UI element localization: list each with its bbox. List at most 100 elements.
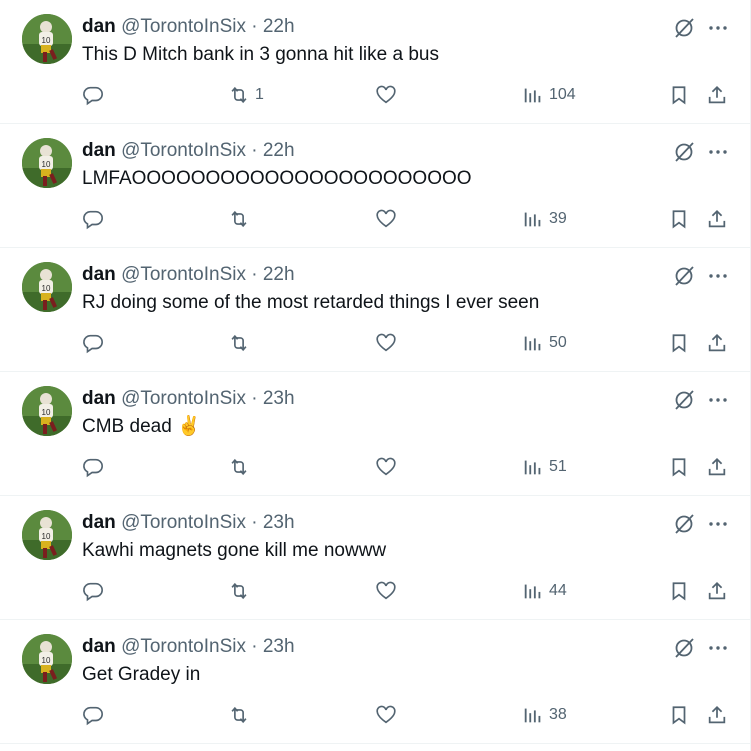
tweet-header: dan @TorontoInSix · 23h bbox=[82, 635, 295, 659]
bookmark-icon bbox=[672, 210, 686, 229]
views-count: 38 bbox=[549, 706, 567, 723]
grok-icon[interactable] bbox=[672, 512, 696, 536]
grok-icon[interactable] bbox=[672, 264, 696, 288]
reply-button[interactable] bbox=[82, 703, 109, 727]
tweet[interactable]: 10 dan @TorontoInSix · 23h Kawhi magnets… bbox=[0, 496, 750, 620]
share-icon bbox=[708, 705, 726, 724]
timestamp[interactable]: 22h bbox=[263, 140, 295, 161]
grok-icon[interactable] bbox=[672, 636, 696, 660]
bookmark-button[interactable] bbox=[668, 331, 690, 355]
user-handle[interactable]: @TorontoInSix bbox=[121, 264, 246, 285]
reply-button[interactable] bbox=[82, 579, 109, 603]
user-handle[interactable]: @TorontoInSix bbox=[121, 636, 246, 657]
bookmark-icon bbox=[672, 86, 686, 105]
retweet-count: 1 bbox=[255, 86, 264, 103]
views-button[interactable]: 38 bbox=[522, 703, 567, 727]
tweet[interactable]: 10 dan @TorontoInSix · 22h This D Mitch … bbox=[0, 0, 750, 124]
bookmark-button[interactable] bbox=[668, 703, 690, 727]
avatar[interactable]: 10 bbox=[22, 634, 72, 684]
views-count: 104 bbox=[549, 86, 576, 103]
views-button[interactable]: 50 bbox=[522, 331, 567, 355]
bookmark-button[interactable] bbox=[668, 207, 690, 231]
share-icon bbox=[708, 457, 726, 476]
share-button[interactable] bbox=[706, 331, 728, 355]
views-button[interactable]: 104 bbox=[522, 83, 576, 107]
display-name[interactable]: dan bbox=[82, 388, 116, 409]
timestamp[interactable]: 22h bbox=[263, 16, 295, 37]
like-button[interactable] bbox=[375, 207, 402, 231]
retweet-button[interactable] bbox=[228, 331, 255, 355]
grok-icon[interactable] bbox=[672, 140, 696, 164]
more-icon[interactable] bbox=[706, 636, 730, 660]
reply-button[interactable] bbox=[82, 331, 109, 355]
timestamp[interactable]: 23h bbox=[263, 636, 295, 657]
grok-icon[interactable] bbox=[672, 388, 696, 412]
display-name[interactable]: dan bbox=[82, 16, 116, 37]
reply-button[interactable] bbox=[82, 455, 109, 479]
avatar[interactable]: 10 bbox=[22, 262, 72, 312]
timestamp[interactable]: 23h bbox=[263, 388, 295, 409]
tweet[interactable]: 10 dan @TorontoInSix · 23h Get Gradey in… bbox=[0, 620, 750, 744]
share-button[interactable] bbox=[706, 207, 728, 231]
retweet-icon bbox=[231, 582, 247, 600]
share-button[interactable] bbox=[706, 83, 728, 107]
retweet-button[interactable]: 1 bbox=[228, 83, 264, 107]
separator: · bbox=[251, 140, 258, 161]
views-button[interactable]: 39 bbox=[522, 207, 567, 231]
like-button[interactable] bbox=[375, 579, 402, 603]
avatar[interactable]: 10 bbox=[22, 14, 72, 64]
bookmark-icon bbox=[672, 706, 686, 725]
user-handle[interactable]: @TorontoInSix bbox=[121, 140, 246, 161]
display-name[interactable]: dan bbox=[82, 512, 116, 533]
like-button[interactable] bbox=[375, 455, 402, 479]
avatar[interactable]: 10 bbox=[22, 386, 72, 436]
share-button[interactable] bbox=[706, 455, 728, 479]
views-icon bbox=[524, 708, 541, 723]
views-button[interactable]: 51 bbox=[522, 455, 567, 479]
timeline: 10 dan @TorontoInSix · 22h This D Mitch … bbox=[0, 0, 751, 751]
retweet-button[interactable] bbox=[228, 579, 255, 603]
tweet-text: RJ doing some of the most retarded thing… bbox=[82, 292, 540, 313]
views-icon bbox=[524, 460, 541, 475]
more-icon[interactable] bbox=[706, 264, 730, 288]
views-count: 44 bbox=[549, 582, 567, 599]
user-handle[interactable]: @TorontoInSix bbox=[121, 16, 246, 37]
retweet-icon bbox=[231, 706, 247, 724]
retweet-button[interactable] bbox=[228, 703, 255, 727]
timestamp[interactable]: 22h bbox=[263, 264, 295, 285]
timestamp[interactable]: 23h bbox=[263, 512, 295, 533]
grok-icon[interactable] bbox=[672, 16, 696, 40]
bookmark-button[interactable] bbox=[668, 579, 690, 603]
svg-text:10: 10 bbox=[42, 408, 51, 417]
reply-icon bbox=[83, 210, 103, 230]
retweet-button[interactable] bbox=[228, 207, 255, 231]
display-name[interactable]: dan bbox=[82, 264, 116, 285]
more-icon[interactable] bbox=[706, 140, 730, 164]
like-button[interactable] bbox=[375, 83, 402, 107]
retweet-button[interactable] bbox=[228, 455, 255, 479]
views-button[interactable]: 44 bbox=[522, 579, 567, 603]
more-icon[interactable] bbox=[706, 16, 730, 40]
reply-button[interactable] bbox=[82, 83, 109, 107]
tweet[interactable]: 10 dan @TorontoInSix · 23h CMB dead ✌️ 5… bbox=[0, 372, 750, 496]
like-button[interactable] bbox=[375, 331, 402, 355]
like-icon bbox=[376, 581, 396, 600]
reply-button[interactable] bbox=[82, 207, 109, 231]
display-name[interactable]: dan bbox=[82, 636, 116, 657]
like-button[interactable] bbox=[375, 703, 402, 727]
bookmark-button[interactable] bbox=[668, 83, 690, 107]
user-handle[interactable]: @TorontoInSix bbox=[121, 512, 246, 533]
avatar[interactable]: 10 bbox=[22, 510, 72, 560]
more-icon[interactable] bbox=[706, 388, 730, 412]
bookmark-button[interactable] bbox=[668, 455, 690, 479]
tweet[interactable]: 10 dan @TorontoInSix · 22h LMFAOOOOOOOOO… bbox=[0, 124, 750, 248]
share-button[interactable] bbox=[706, 703, 728, 727]
avatar[interactable]: 10 bbox=[22, 138, 72, 188]
tweet[interactable]: 10 dan @TorontoInSix · 22h RJ doing some… bbox=[0, 248, 750, 372]
more-icon[interactable] bbox=[706, 512, 730, 536]
display-name[interactable]: dan bbox=[82, 140, 116, 161]
views-icon bbox=[524, 584, 541, 599]
user-handle[interactable]: @TorontoInSix bbox=[121, 388, 246, 409]
share-button[interactable] bbox=[706, 579, 728, 603]
svg-text:10: 10 bbox=[42, 656, 51, 665]
